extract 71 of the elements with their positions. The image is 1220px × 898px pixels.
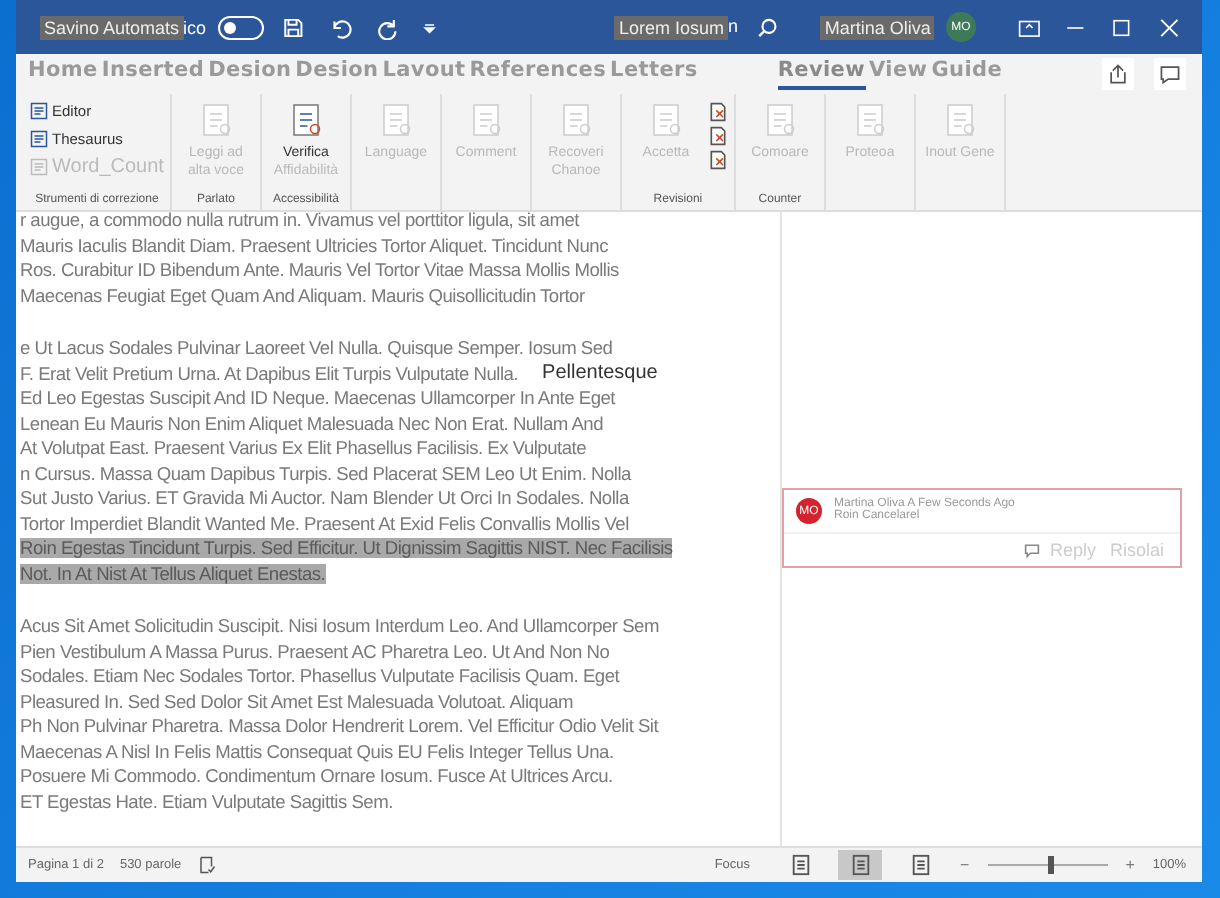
document-lines-icon [30, 158, 48, 176]
document-icon [377, 102, 414, 138]
document-icon [941, 102, 978, 138]
document-icon [761, 102, 798, 138]
document-icon [557, 102, 594, 138]
search-icon[interactable] [756, 15, 779, 39]
close-icon[interactable] [1157, 15, 1180, 39]
zoom-slider-thumb[interactable] [1047, 856, 1054, 874]
page-icon [909, 854, 932, 876]
ribbon-tab[interactable]: References [469, 58, 607, 90]
document-icon[interactable] [707, 150, 728, 170]
ribbon-tab[interactable]: Desion [295, 58, 379, 90]
document-text-line: e Ut Lacus Sodales Pulvinar Laoreet Vel Nulla. Quisque Semper. Iosum Sed [20, 338, 613, 359]
document-text-line: Pleasured In. Sed Sed Dolor Sit Amet Est Malesuada Volutoat. Aliquam [20, 691, 574, 712]
ribbon-tab[interactable]: Review [777, 58, 866, 90]
document-text-line: Maecenas A Nisl In Felis Mattis Consequat Quis EU Felis Integer Tellus Una. [20, 741, 614, 762]
document-text-line: n Cursus. Massa Quam Dapibus Turpis. Sed Placerat SEM Leo Ut Enim. Nolla [20, 463, 631, 484]
ribbon-tab[interactable]: Inserted [101, 58, 205, 90]
autosave-label: Savino Automats [40, 15, 184, 39]
ribbon-display-icon[interactable] [1017, 15, 1040, 39]
document-text-line: r augue, a commodo nulla rutrum in. Vivamus vel porttitor ligula, sit amet [20, 212, 579, 231]
document-icon[interactable] [707, 102, 728, 122]
document-text-line: Mauris Iaculis Blandit Diam. Praesent Ultricies Tortor Aliquet. Tincidunt Nunc [20, 235, 608, 256]
document-text-line: Acus Sit Amet Solicitudin Suscipit. Nisi Iosum Interdum Leo. And Ullamcorper Sem [20, 616, 659, 637]
autosave-toggle[interactable] [218, 15, 264, 39]
undo-icon[interactable] [328, 15, 352, 39]
document-icon [467, 102, 504, 138]
document-text-line: Ed Leo Egestas Suscipit And ID Neque. Maecenas Ullamcorper In Ante Eget [20, 388, 615, 409]
ribbon-tab[interactable]: Letters [610, 58, 698, 90]
document-text-line: Tortor Imperdiet Blandit Wanted Me. Praesent At Exid Felis Convallis Mollis Vel [20, 513, 629, 534]
document-text-line: At Volutpat East. Praesent Varius Ex Elit Phasellus Facilisis. Ex Vulputate [20, 438, 587, 459]
document-icon [287, 102, 324, 138]
document-text-line: Sut Justo Varius. ET Gravida Mi Auctor. Nam Blender Ut Orci In Sodales. Nolla [20, 488, 629, 509]
document-icon [851, 102, 888, 138]
ribbon-tab[interactable]: Guide [931, 58, 1003, 90]
ribbon-tab[interactable]: Desion [208, 58, 292, 90]
redo-icon[interactable] [375, 15, 398, 39]
autosave-suffix: ico [183, 17, 207, 37]
document-lines-icon [30, 102, 48, 120]
reply-icon [1023, 542, 1040, 558]
page-icon [789, 854, 812, 876]
document-text-line: Maecenas Feugiat Eget Quam And Aliquam. Mauris Quisollicitudin Tortor [20, 285, 585, 306]
document-text-line: Posuere Mi Commodo. Condimentum Ornare Iosum. Fusce At Ultrices Arcu. [20, 766, 613, 787]
document-icon[interactable] [707, 126, 728, 146]
proofing-icon[interactable] [197, 856, 216, 874]
zoom-in-button[interactable]: + [1123, 856, 1137, 874]
ribbon-tab[interactable]: View [869, 58, 928, 90]
ribbon-tab[interactable]: Lavout [382, 58, 466, 90]
document-text-line: Lenean Eu Mauris Non Enim Aliquet Malesuada Nec Non Erat. Nullam And [20, 413, 604, 434]
maximize-icon[interactable] [1110, 15, 1134, 39]
document-text-line: F. Erat Velit Pretium Urna. At Dapibus Elit Turpis Vulputate Nulla. [20, 363, 519, 384]
ribbon-tab[interactable]: Home [28, 58, 98, 90]
customize-icon[interactable] [421, 19, 437, 35]
page-icon [849, 854, 872, 876]
document-title: Lorem Iosum [614, 15, 728, 39]
document-lines-icon [30, 130, 48, 148]
title-suffix: n [728, 15, 739, 39]
save-icon[interactable] [281, 15, 305, 39]
document-text-line: ET Egestas Hate. Etiam Vulputate Sagittis Sem. [20, 791, 393, 812]
document-text-line: Ph Non Pulvinar Pharetra. Massa Dolor Hendrerit Lorem. Vel Efficitur Odio Velit Sit [20, 716, 659, 737]
document-icon [197, 102, 234, 138]
document-text-line: Sodales. Etiam Nec Sodales Tortor. Phasellus Vulputate Facilisis Quam. Eget [20, 666, 620, 687]
share-icon[interactable] [1102, 58, 1134, 90]
document-icon [647, 102, 684, 138]
document-text-line: Ros. Curabitur ID Bibendum Ante. Mauris Vel Tortor Vitae Massa Mollis Mollis [20, 260, 619, 281]
comments-icon[interactable] [1154, 58, 1186, 90]
document-text-line: Pien Vestibulum A Massa Purus. Praesent AC Pharetra Leo. Ut And Non No [20, 641, 610, 662]
zoom-out-button[interactable]: − [958, 856, 972, 874]
document-word: Pellentesque [542, 362, 658, 385]
view-mode-button[interactable] [838, 850, 883, 880]
user-name: Martina Oliva [820, 15, 935, 39]
